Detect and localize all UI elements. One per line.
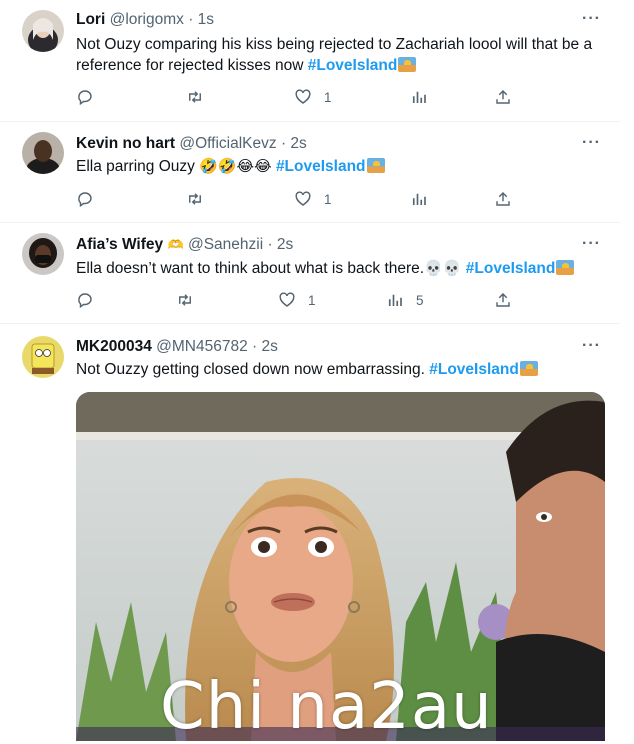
more-icon[interactable]: ··· <box>582 134 601 152</box>
reply-button[interactable] <box>76 88 94 106</box>
love-island-emoji-icon <box>398 57 417 72</box>
more-icon[interactable]: ··· <box>582 337 601 355</box>
avatar[interactable] <box>22 336 64 378</box>
views-button[interactable] <box>410 190 428 208</box>
love-island-emoji-icon <box>366 158 385 173</box>
laughing-emoji-icon: 🤣🤣😂😂 <box>199 158 272 175</box>
retweet-icon <box>179 294 191 306</box>
timeline-feed: Lori @lorigomx · 1s ··· Not Ouzy compari… <box>0 0 620 744</box>
tweet-text: Ella parring Ouzy 🤣🤣😂😂 #LoveIsland <box>76 156 611 177</box>
author-name[interactable]: Lori <box>76 11 105 28</box>
like-icon <box>295 89 311 104</box>
hashtag-link[interactable]: #LoveIsland <box>276 158 366 175</box>
author-handle[interactable]: @Sanehzii · 2s <box>188 236 293 253</box>
more-icon[interactable]: ··· <box>582 235 601 253</box>
views-button[interactable]: 5 <box>386 291 424 309</box>
hashtag-link[interactable]: #LoveIsland <box>466 260 556 277</box>
views-button[interactable] <box>410 88 428 106</box>
views-count: 5 <box>416 292 424 308</box>
more-icon[interactable]: ··· <box>582 10 601 28</box>
retweet-button[interactable] <box>176 291 194 309</box>
share-button[interactable] <box>494 88 512 106</box>
like-count: 1 <box>324 89 332 105</box>
share-button[interactable] <box>494 190 512 208</box>
share-icon <box>496 89 510 104</box>
tweet-3[interactable]: Afia’s Wifey 🫶 @Sanehzii · 2s ··· Ella d… <box>0 223 620 323</box>
heart-hands-emoji-icon: 🫶 <box>167 237 184 252</box>
like-count: 1 <box>308 292 316 308</box>
views-icon <box>412 91 426 103</box>
tweet-actions: 1 <box>76 190 516 210</box>
author-handle[interactable]: @lorigomx · 1s <box>110 11 214 28</box>
tweet-text: Not Ouzy comparing his kiss being reject… <box>76 36 593 74</box>
tweet-text: Not Ouzzy getting closed down now embarr… <box>76 359 611 380</box>
like-button[interactable]: 1 <box>294 88 332 106</box>
like-button[interactable]: 1 <box>294 190 332 208</box>
reply-icon <box>78 293 92 309</box>
avatar[interactable] <box>22 132 64 174</box>
author-handle[interactable]: @OfficialKevz · 2s <box>179 135 306 152</box>
author-name[interactable]: MK200034 <box>76 338 152 355</box>
skull-emoji-icon: 💀💀 <box>424 260 462 277</box>
like-count: 1 <box>324 191 332 207</box>
hashtag-link[interactable]: #LoveIsland <box>308 57 398 74</box>
share-button[interactable] <box>494 291 512 309</box>
author-handle[interactable]: @MN456782 · 2s <box>156 338 278 355</box>
love-island-emoji-icon <box>519 361 538 376</box>
watermark-text: Chi na2au <box>160 670 493 744</box>
love-island-emoji-icon <box>556 260 575 275</box>
reply-icon <box>78 192 92 208</box>
avatar[interactable] <box>22 233 64 275</box>
retweet-icon <box>189 193 201 205</box>
like-icon <box>295 191 311 206</box>
share-icon <box>496 292 510 307</box>
tweet-text: Ella doesn’t want to think about what is… <box>76 258 611 279</box>
share-icon <box>496 191 510 206</box>
reply-icon <box>78 90 92 106</box>
tweet-2[interactable]: Kevin no hart @OfficialKevz · 2s ··· Ell… <box>0 122 620 222</box>
retweet-button[interactable] <box>186 88 204 106</box>
reply-button[interactable] <box>76 190 94 208</box>
avatar[interactable] <box>22 10 64 52</box>
tweet-actions: 1 <box>76 88 516 108</box>
retweet-button[interactable] <box>186 190 204 208</box>
retweet-icon <box>189 91 201 103</box>
reply-button[interactable] <box>76 291 94 309</box>
tweet-actions: 1 5 <box>76 291 516 311</box>
like-icon <box>279 292 295 307</box>
tweet-1[interactable]: Lori @lorigomx · 1s ··· Not Ouzy compari… <box>0 0 620 120</box>
hashtag-link[interactable]: #LoveIsland <box>429 361 519 378</box>
views-icon <box>388 294 402 306</box>
views-icon <box>412 193 426 205</box>
author-name[interactable]: Afia’s Wifey <box>76 236 163 253</box>
like-button[interactable]: 1 <box>278 291 316 309</box>
author-name[interactable]: Kevin no hart <box>76 135 175 152</box>
